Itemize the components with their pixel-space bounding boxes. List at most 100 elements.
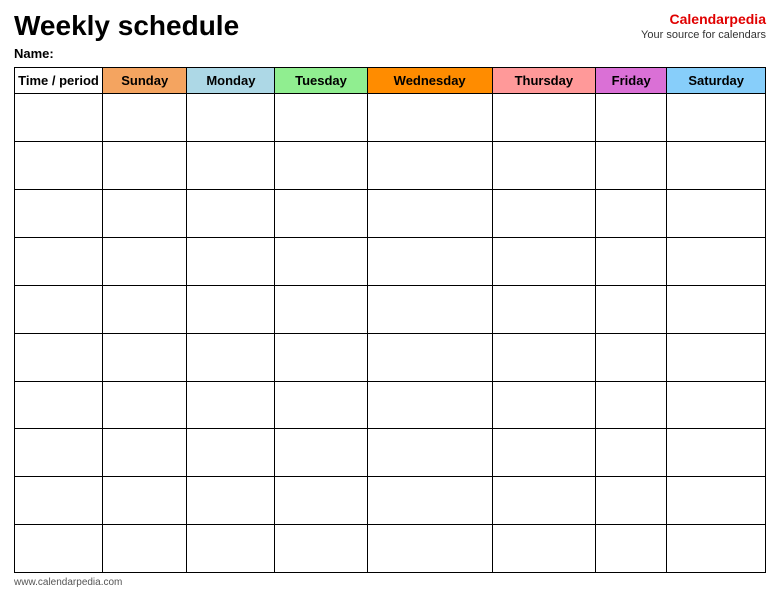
day-cell <box>492 238 595 286</box>
day-cell <box>492 477 595 525</box>
day-cell <box>492 333 595 381</box>
time-cell <box>15 333 103 381</box>
day-cell <box>367 525 492 573</box>
day-cell <box>187 142 275 190</box>
day-cell <box>367 190 492 238</box>
tuesday-header: Tuesday <box>275 68 367 94</box>
day-cell <box>275 238 367 286</box>
header: Weekly schedule Calendarpedia Your sourc… <box>14 10 766 42</box>
table-row <box>15 333 766 381</box>
day-cell <box>367 285 492 333</box>
day-cell <box>187 333 275 381</box>
day-cell <box>595 333 667 381</box>
day-cell <box>492 381 595 429</box>
page-title: Weekly schedule <box>14 10 239 42</box>
day-cell <box>275 477 367 525</box>
day-cell <box>187 381 275 429</box>
wednesday-header: Wednesday <box>367 68 492 94</box>
sunday-header: Sunday <box>103 68 187 94</box>
table-row <box>15 190 766 238</box>
day-cell <box>275 142 367 190</box>
schedule-table: Time / period Sunday Monday Tuesday Wedn… <box>14 67 766 573</box>
day-cell <box>187 285 275 333</box>
day-cell <box>187 94 275 142</box>
day-cell <box>367 142 492 190</box>
day-cell <box>667 333 766 381</box>
time-cell <box>15 142 103 190</box>
table-row <box>15 285 766 333</box>
brand-name-part1: Calendar <box>670 11 730 27</box>
day-cell <box>595 142 667 190</box>
table-row <box>15 525 766 573</box>
day-cell <box>187 190 275 238</box>
name-label: Name: <box>14 46 766 61</box>
day-cell <box>367 477 492 525</box>
friday-header: Friday <box>595 68 667 94</box>
day-cell <box>492 142 595 190</box>
footer: www.calendarpedia.com <box>14 577 766 588</box>
day-cell <box>103 142 187 190</box>
day-cell <box>187 525 275 573</box>
day-cell <box>367 381 492 429</box>
day-cell <box>103 333 187 381</box>
table-row <box>15 94 766 142</box>
brand-name-part2: pedia <box>729 11 766 27</box>
time-cell <box>15 238 103 286</box>
monday-header: Monday <box>187 68 275 94</box>
day-cell <box>187 238 275 286</box>
time-period-header: Time / period <box>15 68 103 94</box>
day-cell <box>492 94 595 142</box>
page: Weekly schedule Calendarpedia Your sourc… <box>0 0 780 596</box>
day-cell <box>275 285 367 333</box>
day-cell <box>275 94 367 142</box>
day-cell <box>103 429 187 477</box>
brand: Calendarpedia Your source for calendars <box>641 10 766 42</box>
time-cell <box>15 94 103 142</box>
brand-name: Calendarpedia <box>641 10 766 28</box>
day-cell <box>103 190 187 238</box>
day-cell <box>103 285 187 333</box>
table-row <box>15 142 766 190</box>
day-cell <box>492 190 595 238</box>
time-cell <box>15 525 103 573</box>
day-cell <box>667 477 766 525</box>
day-cell <box>103 477 187 525</box>
day-cell <box>187 429 275 477</box>
day-cell <box>103 525 187 573</box>
brand-tagline: Your source for calendars <box>641 28 766 42</box>
day-cell <box>595 285 667 333</box>
day-cell <box>275 525 367 573</box>
day-cell <box>275 333 367 381</box>
time-cell <box>15 381 103 429</box>
day-cell <box>595 381 667 429</box>
time-cell <box>15 477 103 525</box>
day-cell <box>595 238 667 286</box>
day-cell <box>492 525 595 573</box>
day-cell <box>667 285 766 333</box>
table-row <box>15 429 766 477</box>
day-cell <box>103 238 187 286</box>
day-cell <box>667 381 766 429</box>
time-cell <box>15 285 103 333</box>
day-cell <box>103 381 187 429</box>
day-cell <box>492 285 595 333</box>
day-cell <box>595 525 667 573</box>
table-row <box>15 381 766 429</box>
thursday-header: Thursday <box>492 68 595 94</box>
day-cell <box>367 429 492 477</box>
day-cell <box>595 94 667 142</box>
day-cell <box>667 525 766 573</box>
time-cell <box>15 190 103 238</box>
day-cell <box>275 429 367 477</box>
day-cell <box>667 94 766 142</box>
day-cell <box>595 477 667 525</box>
day-cell <box>275 381 367 429</box>
day-cell <box>367 94 492 142</box>
day-cell <box>667 429 766 477</box>
day-cell <box>667 190 766 238</box>
saturday-header: Saturday <box>667 68 766 94</box>
day-cell <box>187 477 275 525</box>
day-cell <box>667 238 766 286</box>
day-cell <box>103 94 187 142</box>
day-cell <box>367 333 492 381</box>
